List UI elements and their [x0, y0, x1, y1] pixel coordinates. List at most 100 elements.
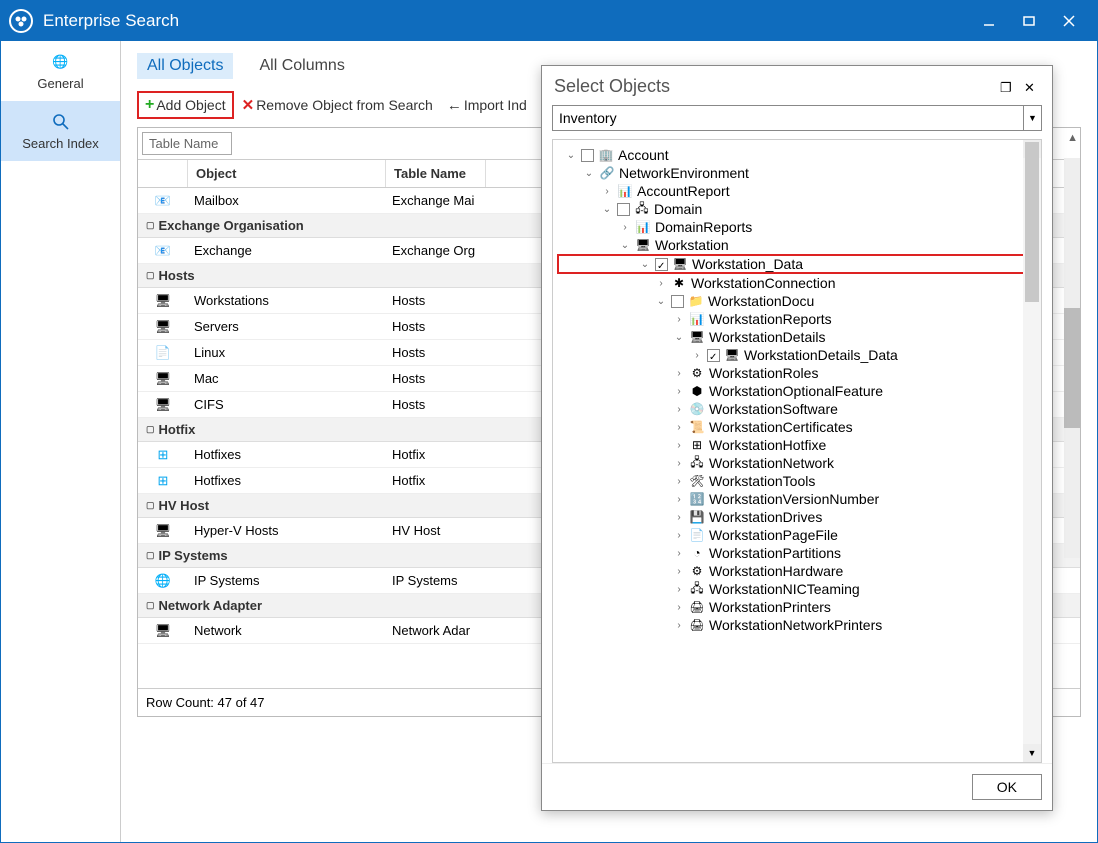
expand-icon[interactable]: › — [691, 350, 703, 361]
tree-node[interactable]: ›🖥WorkstationDetails_Data — [557, 346, 1037, 364]
header-table-name[interactable]: Table Name — [386, 160, 486, 187]
scroll-thumb[interactable] — [1064, 308, 1080, 428]
maximize-button[interactable] — [1009, 1, 1049, 41]
tree-node[interactable]: ›📊DomainReports — [557, 218, 1037, 236]
tree-node[interactable]: ›🛠WorkstationTools — [557, 472, 1037, 490]
expand-icon[interactable]: › — [673, 476, 685, 487]
tree-node[interactable]: ›⚙WorkstationHardware — [557, 562, 1037, 580]
tree-node[interactable]: ›⊞WorkstationHotfixe — [557, 436, 1037, 454]
expand-icon[interactable]: › — [673, 386, 685, 397]
tree-node[interactable]: ⌄📁WorkstationDocu — [557, 292, 1037, 310]
expand-icon[interactable]: › — [673, 548, 685, 559]
dialog-header: Select Objects ❐ ✕ — [542, 66, 1052, 105]
expand-icon[interactable]: › — [673, 620, 685, 631]
tree-scroll-thumb[interactable] — [1025, 142, 1039, 302]
expand-icon[interactable]: › — [673, 440, 685, 451]
node-label: WorkstationOptionalFeature — [709, 383, 883, 399]
tree-node[interactable]: ›💿WorkstationSoftware — [557, 400, 1037, 418]
row-table: Exchange Org — [386, 238, 486, 263]
sidebar-item-label: General — [37, 76, 83, 91]
dialog-close-button[interactable]: ✕ — [1024, 80, 1042, 94]
dialog-restore-button[interactable]: ❐ — [1000, 80, 1018, 94]
ok-button[interactable]: OK — [972, 774, 1042, 800]
tree-node[interactable]: ›📊WorkstationReports — [557, 310, 1037, 328]
sidebar-item-general[interactable]: 🌐 General — [1, 41, 120, 101]
row-icon: 🖥 — [138, 623, 188, 639]
expand-icon[interactable]: ⌄ — [619, 240, 631, 251]
tree-node[interactable]: ⌄🖥Workstation_Data — [557, 254, 1037, 274]
tree-node[interactable]: ›🖧WorkstationNetwork — [557, 454, 1037, 472]
expand-icon[interactable]: › — [673, 530, 685, 541]
tree-node[interactable]: ›📄WorkstationPageFile — [557, 526, 1037, 544]
vertical-scrollbar[interactable] — [1064, 158, 1080, 558]
tree-node[interactable]: ›📊AccountReport — [557, 182, 1037, 200]
header-object[interactable]: Object — [188, 160, 386, 187]
chevron-icon: ▢ — [146, 500, 155, 511]
tree-node[interactable]: ›📜WorkstationCertificates — [557, 418, 1037, 436]
expand-icon[interactable]: › — [673, 368, 685, 379]
tree-node[interactable]: ›🖧WorkstationNICTeaming — [557, 580, 1037, 598]
tree-scrollbar[interactable]: ▲ ▼ — [1023, 140, 1041, 762]
close-button[interactable] — [1049, 1, 1089, 41]
expand-icon[interactable]: ⌄ — [583, 168, 595, 179]
tree-node[interactable]: ›✱WorkstationConnection — [557, 274, 1037, 292]
checkbox[interactable] — [655, 258, 668, 271]
tab-all-objects[interactable]: All Objects — [137, 53, 233, 79]
node-icon: 📁 — [688, 294, 704, 308]
inventory-combo[interactable]: Inventory ▼ — [552, 105, 1042, 131]
expand-icon[interactable]: ⌄ — [601, 204, 613, 215]
checkbox[interactable] — [671, 295, 684, 308]
expand-icon[interactable]: ⌄ — [673, 332, 685, 343]
expand-icon[interactable]: › — [673, 512, 685, 523]
node-label: WorkstationPageFile — [709, 527, 838, 543]
tree-node[interactable]: ⌄🖧Domain — [557, 200, 1037, 218]
expand-icon[interactable]: ⌄ — [565, 150, 577, 161]
tree-node[interactable]: ›🖨WorkstationNetworkPrinters — [557, 616, 1037, 634]
tree-node[interactable]: ›◔WorkstationPartitions — [557, 544, 1037, 562]
tree-scroll-down-icon[interactable]: ▼ — [1023, 744, 1041, 762]
tree-node[interactable]: ›⚙WorkstationRoles — [557, 364, 1037, 382]
tree-node[interactable]: ⌄🔗NetworkEnvironment — [557, 164, 1037, 182]
expand-icon[interactable]: › — [673, 494, 685, 505]
row-table: IP Systems — [386, 568, 486, 593]
header-icon-col[interactable] — [138, 160, 188, 187]
tab-all-columns[interactable]: All Columns — [249, 53, 354, 79]
tree-node[interactable]: ⌄🖥WorkstationDetails — [557, 328, 1037, 346]
minimize-button[interactable] — [969, 1, 1009, 41]
scroll-up-icon[interactable]: ▲ — [1067, 132, 1078, 144]
objects-tree[interactable]: ▲ ▼ ⌄🏢Account⌄🔗NetworkEnvironment›📊Accou… — [552, 139, 1042, 763]
group-label: HV Host — [159, 498, 210, 513]
expand-icon[interactable]: › — [673, 422, 685, 433]
checkbox[interactable] — [707, 349, 720, 362]
expand-icon[interactable]: › — [673, 314, 685, 325]
sidebar-item-search-index[interactable]: Search Index — [1, 101, 120, 161]
expand-icon[interactable]: ⌄ — [655, 296, 667, 307]
expand-icon[interactable]: ⌄ — [639, 259, 651, 270]
checkbox[interactable] — [617, 203, 630, 216]
tree-node[interactable]: ›💾WorkstationDrives — [557, 508, 1037, 526]
add-object-label: Add Object — [156, 97, 225, 113]
node-label: WorkstationPartitions — [709, 545, 841, 561]
tree-node[interactable]: ⌄🖥Workstation — [557, 236, 1037, 254]
tree-node[interactable]: ›🔢WorkstationVersionNumber — [557, 490, 1037, 508]
import-index-button[interactable]: ← Import Ind — [441, 94, 533, 117]
expand-icon[interactable]: › — [673, 566, 685, 577]
expand-icon[interactable]: › — [673, 458, 685, 469]
table-name-filter[interactable]: Table Name — [142, 132, 232, 155]
node-label: Account — [618, 147, 669, 163]
tree-node[interactable]: ›🖨WorkstationPrinters — [557, 598, 1037, 616]
tree-node[interactable]: ›⬢WorkstationOptionalFeature — [557, 382, 1037, 400]
expand-icon[interactable]: › — [655, 278, 667, 289]
expand-icon[interactable]: › — [673, 602, 685, 613]
node-icon: 🏢 — [598, 148, 614, 162]
add-object-button[interactable]: + Add Object — [137, 91, 234, 119]
expand-icon[interactable]: › — [673, 584, 685, 595]
tree-node[interactable]: ⌄ 🏢 Account — [557, 146, 1037, 164]
expand-icon[interactable]: › — [673, 404, 685, 415]
expand-icon[interactable]: › — [601, 186, 613, 197]
remove-object-button[interactable]: ✕ Remove Object from Search — [236, 93, 439, 117]
checkbox[interactable] — [581, 149, 594, 162]
expand-icon[interactable]: › — [619, 222, 631, 233]
chevron-down-icon[interactable]: ▼ — [1023, 106, 1041, 130]
node-label: WorkstationReports — [709, 311, 832, 327]
